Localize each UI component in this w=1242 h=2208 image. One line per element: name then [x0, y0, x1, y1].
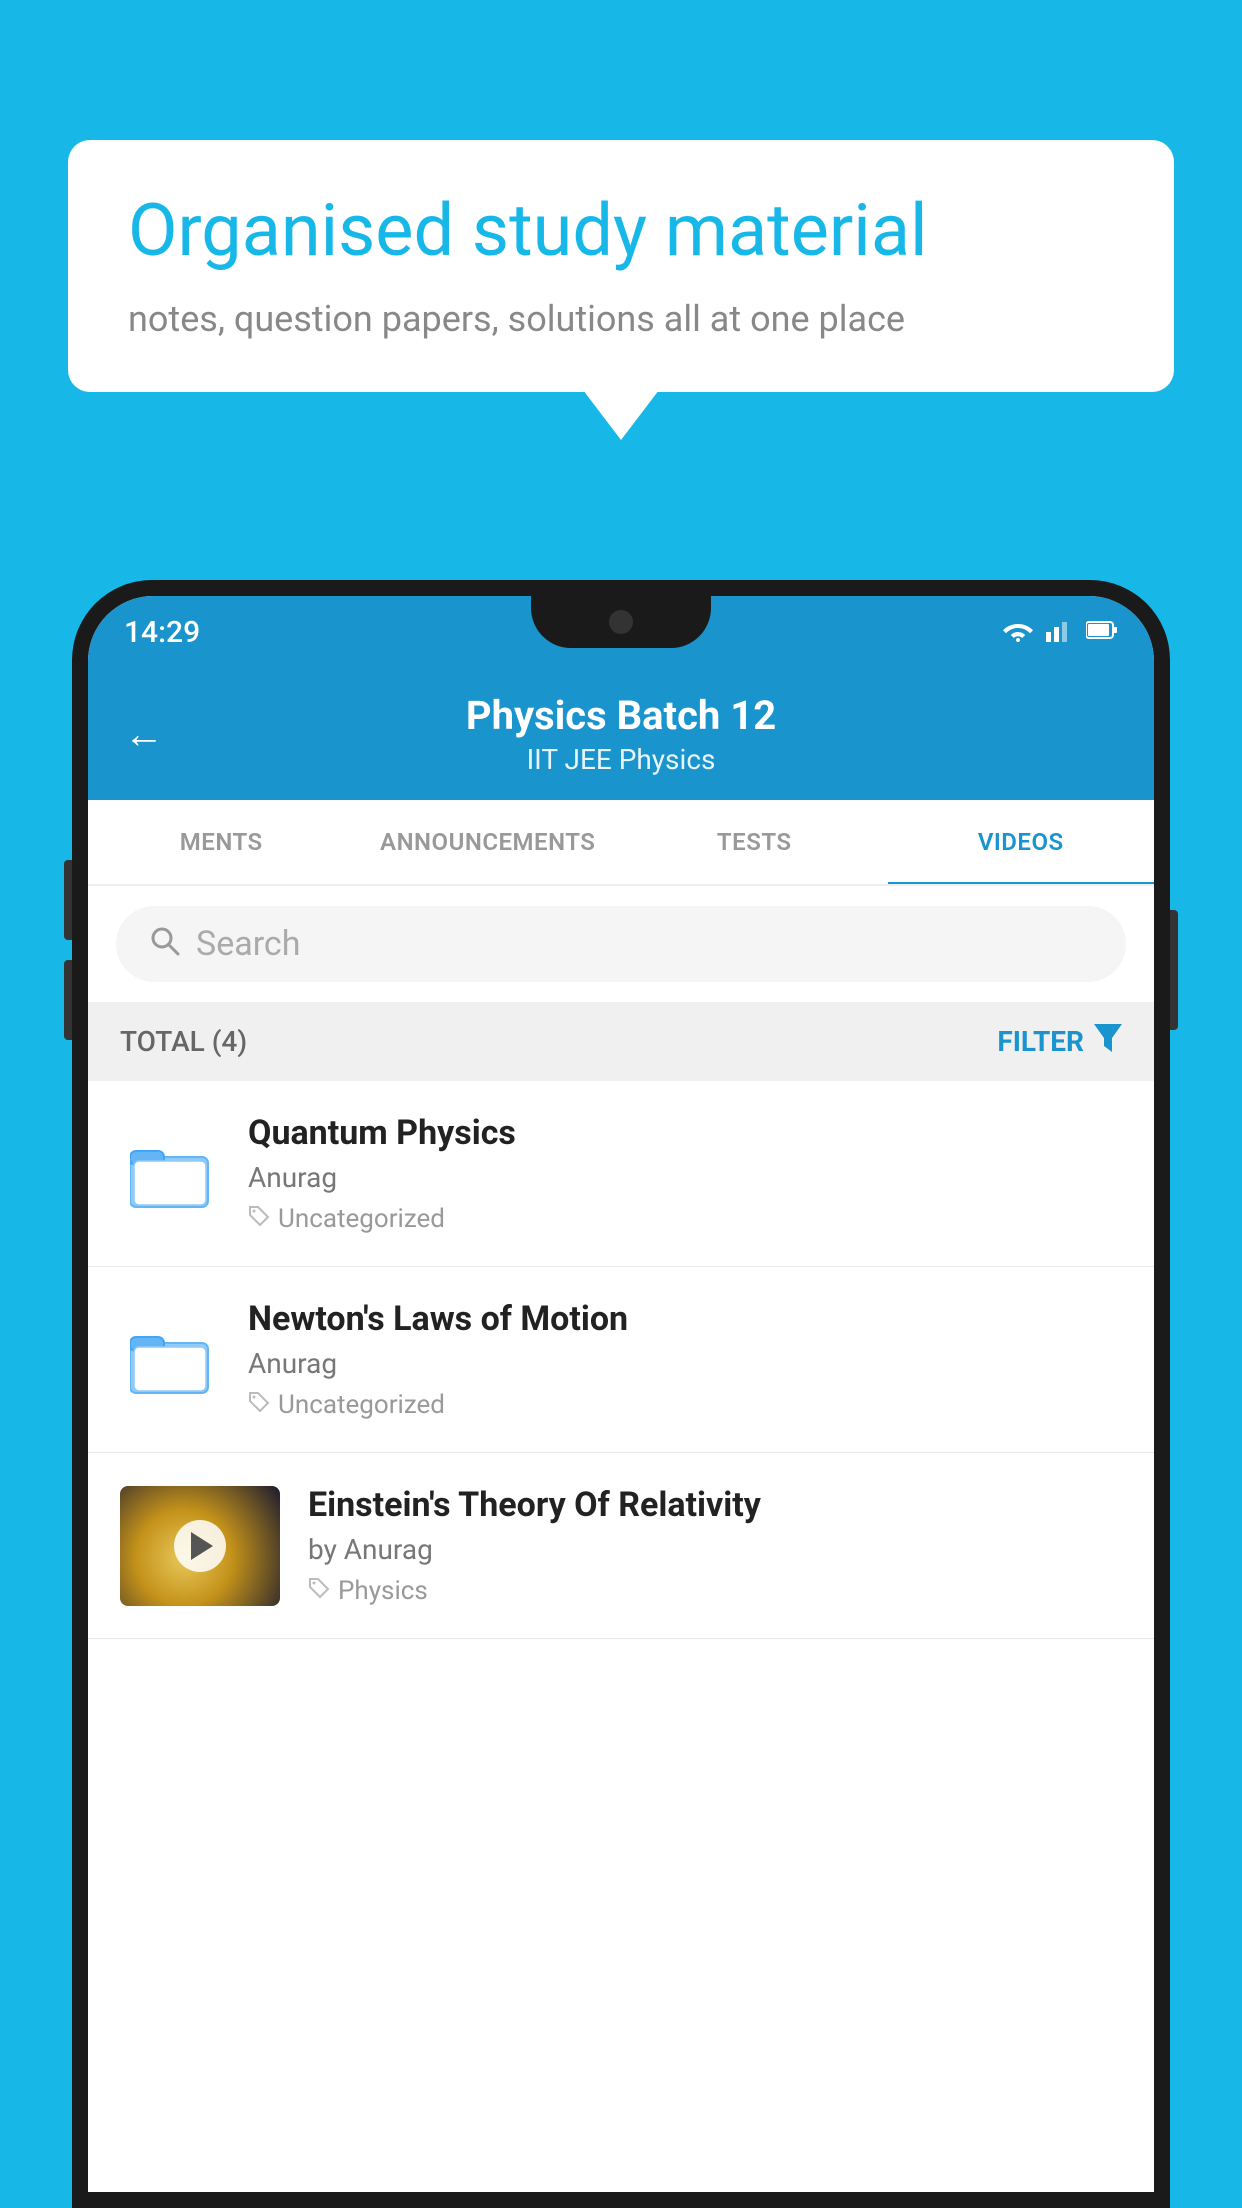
app-header: ← Physics Batch 12 IIT JEE Physics [88, 668, 1154, 800]
wifi-icon [1002, 618, 1034, 646]
status-time: 14:29 [124, 615, 200, 650]
search-icon [148, 924, 180, 964]
video-info: Einstein's Theory Of Relativity by Anura… [308, 1485, 1122, 1606]
tab-bar: MENTS ANNOUNCEMENTS TESTS VIDEOS [88, 800, 1154, 886]
search-box[interactable]: Search [116, 906, 1126, 982]
battery-icon [1086, 620, 1118, 644]
video-thumbnail [120, 1486, 280, 1606]
total-count: TOTAL (4) [120, 1025, 247, 1058]
header-subtitle: IIT JEE Physics [124, 743, 1118, 776]
video-title: Newton's Laws of Motion [248, 1299, 1122, 1339]
video-title: Quantum Physics [248, 1113, 1122, 1153]
signal-icon [1046, 618, 1074, 646]
back-button[interactable]: ← [124, 711, 164, 758]
tab-videos[interactable]: VIDEOS [888, 800, 1155, 884]
camera-dot [609, 610, 633, 634]
filter-button[interactable]: FILTER [997, 1024, 1122, 1059]
bubble-subtitle: notes, question papers, solutions all at… [128, 298, 1114, 340]
tag-icon [248, 1390, 270, 1420]
tab-announcements[interactable]: ANNOUNCEMENTS [355, 800, 622, 884]
bubble-title: Organised study material [128, 188, 1114, 274]
list-item[interactable]: Quantum Physics Anurag Uncategorized [88, 1081, 1154, 1267]
list-item[interactable]: Newton's Laws of Motion Anurag Uncategor… [88, 1267, 1154, 1453]
folder-icon [120, 1124, 220, 1224]
speech-bubble: Organised study material notes, question… [68, 140, 1174, 392]
phone-frame: 14:29 [72, 580, 1170, 2208]
phone-screen: 14:29 [88, 596, 1154, 2192]
play-button[interactable] [174, 1520, 226, 1572]
volume-up-button [64, 860, 72, 940]
list-item[interactable]: Einstein's Theory Of Relativity by Anura… [88, 1453, 1154, 1639]
video-info: Newton's Laws of Motion Anurag Uncategor… [248, 1299, 1122, 1420]
video-list: Quantum Physics Anurag Uncategorized [88, 1081, 1154, 1639]
video-author: Anurag [248, 1347, 1122, 1380]
status-icons [1002, 618, 1118, 646]
notch [531, 596, 711, 648]
filter-funnel-icon [1094, 1024, 1122, 1059]
tab-tests[interactable]: TESTS [621, 800, 888, 884]
search-container: Search [88, 886, 1154, 1002]
tag-icon [308, 1576, 330, 1606]
speech-bubble-container: Organised study material notes, question… [68, 140, 1174, 392]
video-title: Einstein's Theory Of Relativity [308, 1485, 1122, 1525]
power-button [1170, 910, 1178, 1030]
volume-down-button [64, 960, 72, 1040]
folder-icon [120, 1310, 220, 1410]
tag-icon [248, 1204, 270, 1234]
filter-row: TOTAL (4) FILTER [88, 1002, 1154, 1081]
video-tag: Uncategorized [248, 1390, 1122, 1420]
video-info: Quantum Physics Anurag Uncategorized [248, 1113, 1122, 1234]
header-title: Physics Batch 12 [124, 692, 1118, 739]
video-tag: Uncategorized [248, 1204, 1122, 1234]
video-tag: Physics [308, 1576, 1122, 1606]
video-author: by Anurag [308, 1533, 1122, 1566]
tab-ments[interactable]: MENTS [88, 800, 355, 884]
search-placeholder: Search [196, 924, 300, 964]
status-bar: 14:29 [88, 596, 1154, 668]
video-author: Anurag [248, 1161, 1122, 1194]
